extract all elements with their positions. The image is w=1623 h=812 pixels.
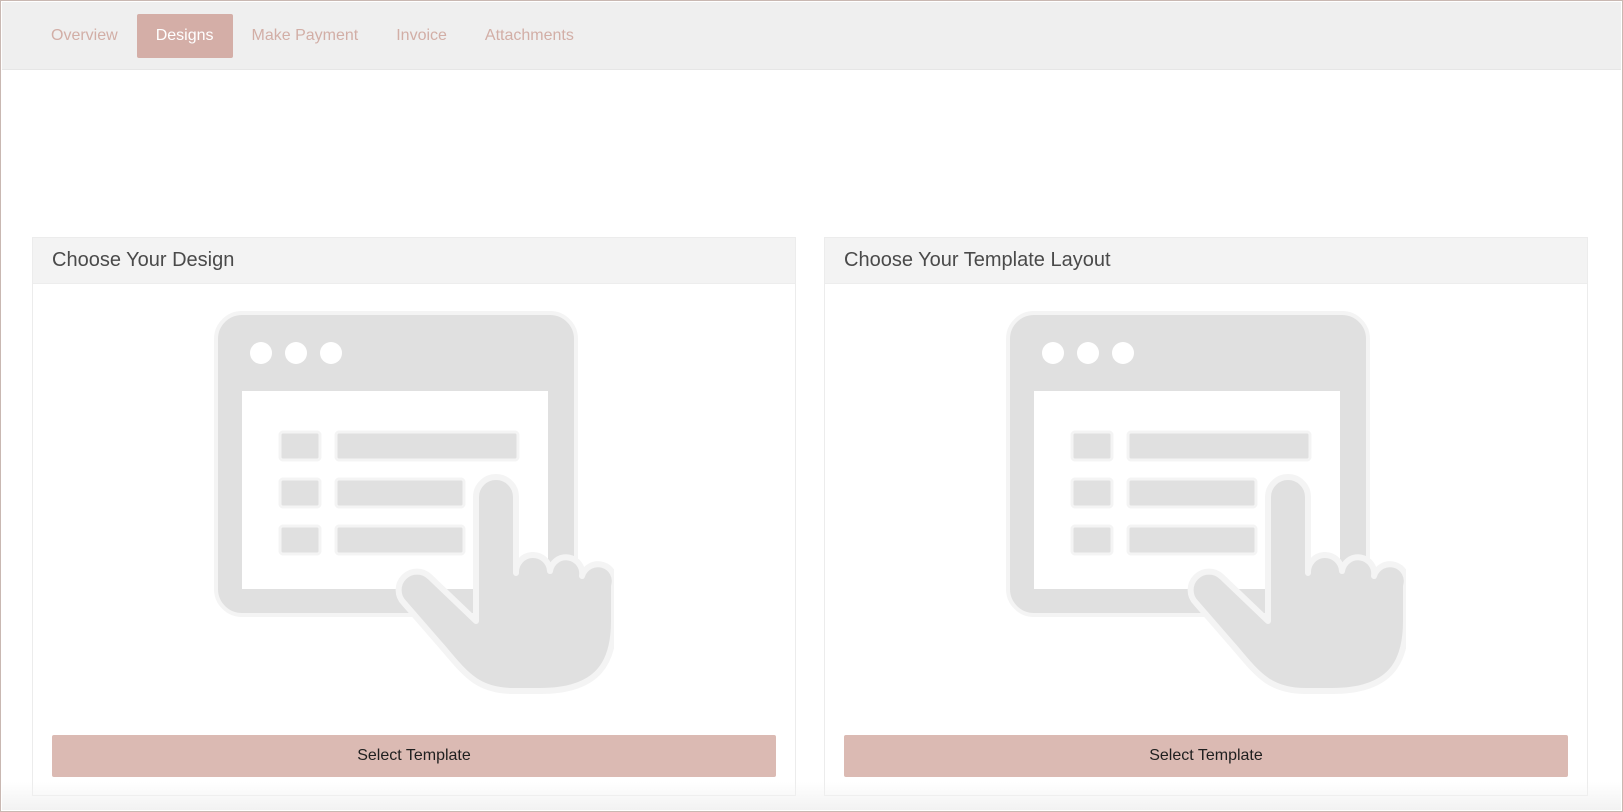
tab-designs[interactable]: Designs (136, 13, 233, 58)
tab-invoice[interactable]: Invoice (377, 14, 466, 58)
select-template-button[interactable]: Select Template (52, 735, 776, 777)
panel-title: Choose Your Template Layout (844, 249, 1111, 271)
panel-header: Choose Your Template Layout (825, 238, 1587, 284)
panel-title: Choose Your Design (52, 249, 235, 271)
tab-attachments[interactable]: Attachments (466, 14, 593, 58)
tab-overview[interactable]: Overview (32, 14, 137, 58)
tab-make-payment[interactable]: Make Payment (233, 14, 378, 58)
browser-click-icon (214, 311, 614, 694)
bottom-shadow (2, 782, 1621, 810)
tab-bar: Overview Designs Make Payment Invoice At… (2, 2, 1621, 70)
panel-header: Choose Your Design (33, 238, 795, 284)
design-panel: Choose Your Design Select Template (32, 237, 796, 796)
select-template-button[interactable]: Select Template (844, 735, 1568, 777)
app-window: Overview Designs Make Payment Invoice At… (0, 0, 1623, 812)
template-layout-panel: Choose Your Template Layout Select Templ… (824, 237, 1588, 796)
browser-click-icon (1006, 311, 1406, 694)
